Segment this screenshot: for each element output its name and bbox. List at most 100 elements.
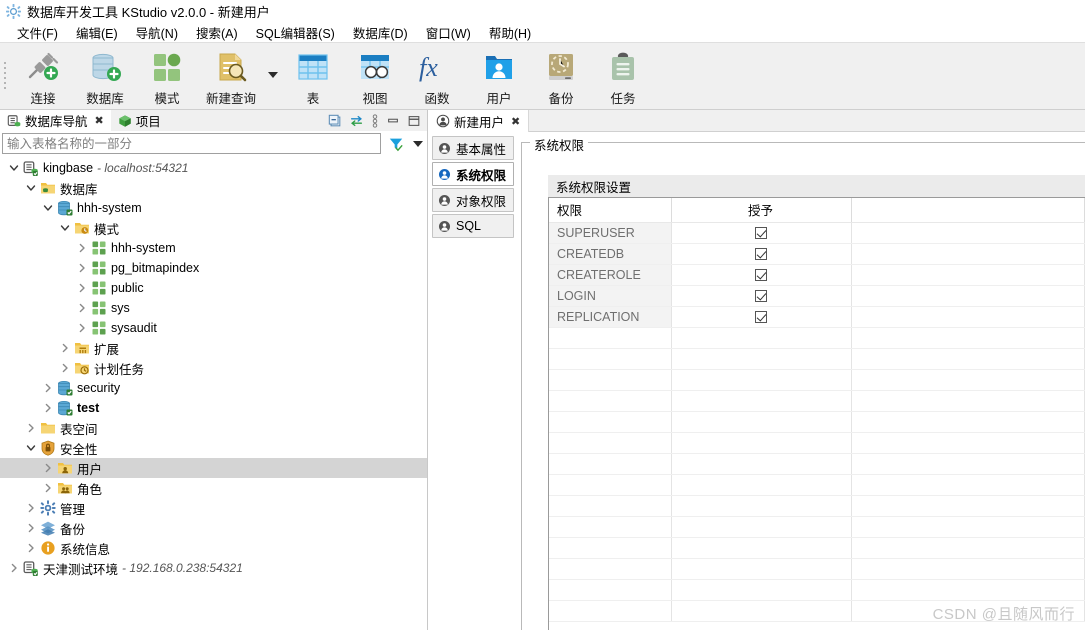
chevron-right-icon[interactable] <box>74 243 90 253</box>
table-row-empty[interactable] <box>549 390 1085 412</box>
menu-item-database[interactable]: 数据库(D) <box>344 21 417 44</box>
table-row[interactable]: LOGIN <box>549 285 1085 307</box>
privilege-name-cell[interactable]: LOGIN <box>549 285 672 307</box>
privilege-granted-cell[interactable] <box>671 285 852 307</box>
filter-dropdown-button[interactable] <box>411 133 425 154</box>
chevron-right-icon[interactable] <box>40 403 56 413</box>
tree-item-sysaudit[interactable]: sysaudit <box>0 318 427 338</box>
menu-item-window[interactable]: 窗口(W) <box>417 21 480 44</box>
tree-item-安全性[interactable]: 安全性 <box>0 438 427 458</box>
granted-checkbox[interactable] <box>754 290 767 303</box>
chevron-right-icon[interactable] <box>23 523 39 533</box>
chevron-down-icon[interactable] <box>57 223 73 233</box>
chevron-right-icon[interactable] <box>74 323 90 333</box>
toolbar-button-user[interactable]: 用户 <box>468 49 530 107</box>
tree-item-数据库[interactable]: 数据库 <box>0 178 427 198</box>
table-row-empty[interactable] <box>549 369 1085 391</box>
new-query-dropdown-button[interactable] <box>264 49 282 101</box>
chevron-right-icon[interactable] <box>40 383 56 393</box>
tree-item-public[interactable]: public <box>0 278 427 298</box>
toolbar-button-connect[interactable]: 连接 <box>12 49 74 107</box>
toolbar-button-task[interactable]: 任务 <box>592 49 654 107</box>
menu-item-sqleditor[interactable]: SQL编辑器(S) <box>247 21 344 44</box>
column-header-granted[interactable]: 授予 <box>671 198 852 223</box>
tree-item-sys[interactable]: sys <box>0 298 427 318</box>
table-row-empty[interactable] <box>549 453 1085 475</box>
menu-item-navigate[interactable]: 导航(N) <box>127 21 187 44</box>
side-tab-system-privileges[interactable]: 系统权限 <box>432 162 514 186</box>
tree-item-模式[interactable]: 模式 <box>0 218 427 238</box>
chevron-right-icon[interactable] <box>40 463 56 473</box>
side-tab-basic-properties[interactable]: 基本属性 <box>432 136 514 160</box>
privilege-name-cell[interactable]: CREATEDB <box>549 243 672 265</box>
table-row-empty[interactable] <box>549 600 1085 622</box>
toolbar-button-table[interactable]: 表 <box>282 49 344 107</box>
tree-item-表空间[interactable]: 表空间 <box>0 418 427 438</box>
table-row-empty[interactable] <box>549 432 1085 454</box>
tree-item-系统信息[interactable]: 系统信息 <box>0 538 427 558</box>
chevron-right-icon[interactable] <box>74 283 90 293</box>
toolbar-button-function[interactable]: fx 函数 <box>406 49 468 107</box>
chevron-right-icon[interactable] <box>23 503 39 513</box>
chevron-right-icon[interactable] <box>23 543 39 553</box>
tab-project[interactable]: 项目 <box>111 110 168 131</box>
privilege-granted-cell[interactable] <box>671 264 852 286</box>
tree-item-扩展[interactable]: 扩展 <box>0 338 427 358</box>
tab-database-navigator[interactable]: 数据库导航 ✖ <box>0 110 111 132</box>
table-row-empty[interactable] <box>549 348 1085 370</box>
privilege-granted-cell[interactable] <box>671 222 852 244</box>
toolbar-button-database[interactable]: 数据库 <box>74 49 136 107</box>
tree-item-hhh-system[interactable]: hhh-system <box>0 238 427 258</box>
toolbar-button-schema[interactable]: 模式 <box>136 49 198 107</box>
chevron-right-icon[interactable] <box>57 363 73 373</box>
side-tab-object-privileges[interactable]: 对象权限 <box>432 188 514 212</box>
menu-item-search[interactable]: 搜索(A) <box>187 21 247 44</box>
toolbar-drag-grip[interactable] <box>0 49 10 101</box>
tree-item-security[interactable]: security <box>0 378 427 398</box>
granted-checkbox[interactable] <box>754 248 767 261</box>
privilege-granted-cell[interactable] <box>671 243 852 265</box>
table-row[interactable]: CREATEROLE <box>549 264 1085 286</box>
table-row[interactable]: REPLICATION <box>549 306 1085 328</box>
privilege-granted-cell[interactable] <box>671 306 852 328</box>
table-row-empty[interactable] <box>549 579 1085 601</box>
menu-item-file[interactable]: 文件(F) <box>8 21 67 44</box>
tree-item-hhh-system[interactable]: hhh-system <box>0 198 427 218</box>
toolbar-button-backup[interactable]: 备份 <box>530 49 592 107</box>
privilege-name-cell[interactable]: SUPERUSER <box>549 222 672 244</box>
column-header-blank[interactable] <box>851 198 1085 223</box>
privilege-name-cell[interactable]: CREATEROLE <box>549 264 672 286</box>
granted-checkbox[interactable] <box>754 311 767 324</box>
chevron-right-icon[interactable] <box>23 423 39 433</box>
tree-item-管理[interactable]: 管理 <box>0 498 427 518</box>
chevron-down-icon[interactable] <box>23 443 39 453</box>
tab-new-user[interactable]: 新建用户 ✖ <box>428 110 530 132</box>
privileges-grid-wrapper[interactable]: 权限 授予 SUPERUSER CREATEDB CREATEROLE LOGIN RE… <box>548 197 1085 630</box>
collapse-all-icon[interactable] <box>328 114 342 128</box>
menu-item-edit[interactable]: 编辑(E) <box>67 21 127 44</box>
table-row-empty[interactable] <box>549 537 1085 559</box>
filter-funnel-icon[interactable] <box>385 133 407 154</box>
chevron-down-icon[interactable] <box>23 183 39 193</box>
tree-item-test[interactable]: test <box>0 398 427 418</box>
table-row-empty[interactable] <box>549 558 1085 580</box>
column-header-privilege[interactable]: 权限 <box>549 198 672 223</box>
table-row[interactable]: CREATEDB <box>549 243 1085 265</box>
tree-item-角色[interactable]: 角色 <box>0 478 427 498</box>
close-icon[interactable]: ✖ <box>95 114 104 127</box>
chevron-right-icon[interactable] <box>57 343 73 353</box>
granted-checkbox[interactable] <box>754 269 767 282</box>
tree-item-计划任务[interactable]: 计划任务 <box>0 358 427 378</box>
chevron-right-icon[interactable] <box>74 263 90 273</box>
chevron-right-icon[interactable] <box>74 303 90 313</box>
table-row-empty[interactable] <box>549 327 1085 349</box>
view-menu-icon[interactable] <box>371 113 379 128</box>
toolbar-button-view[interactable]: 视图 <box>344 49 406 107</box>
side-tab-sql[interactable]: SQL <box>432 214 514 238</box>
maximize-icon[interactable] <box>407 114 421 128</box>
tree-item-天津测试环境[interactable]: 天津测试环境 - 192.168.0.238:54321 <box>0 558 427 578</box>
table-row-empty[interactable] <box>549 474 1085 496</box>
tree-item-pg_bitmapindex[interactable]: pg_bitmapindex <box>0 258 427 278</box>
database-tree[interactable]: kingbase - localhost:54321 数据库 hhh-system 模式… <box>0 156 427 630</box>
close-icon[interactable]: ✖ <box>511 115 520 128</box>
